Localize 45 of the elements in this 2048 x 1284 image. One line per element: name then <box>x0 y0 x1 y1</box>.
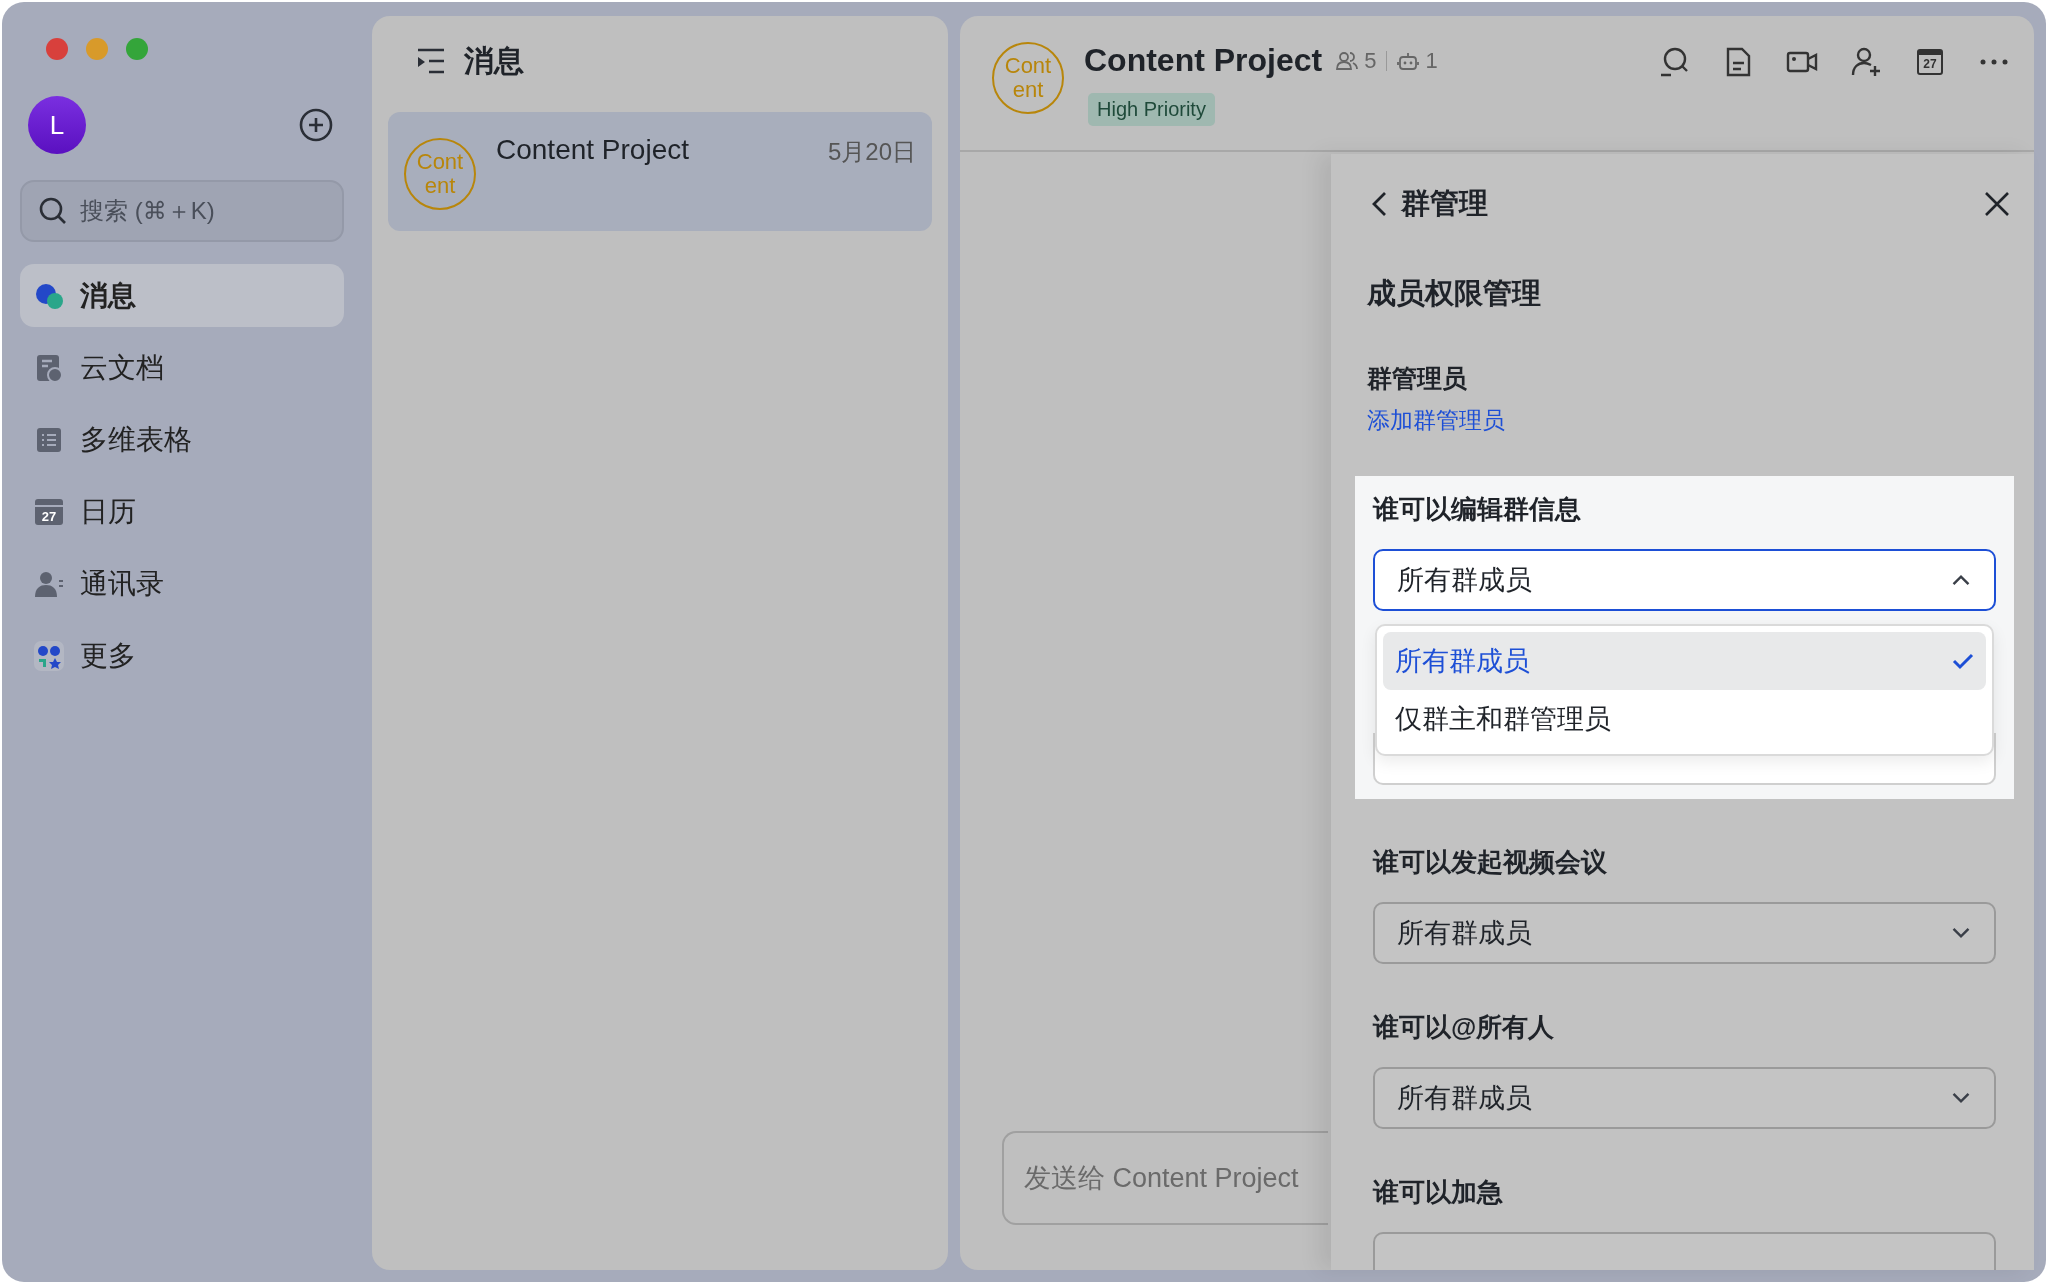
setting-label: 谁可以加急 <box>1373 1176 1504 1209</box>
dropdown[interactable]: 所有群成员 <box>1373 902 1996 964</box>
caret-icon <box>1950 573 1972 587</box>
menu-option[interactable]: 所有群成员 <box>1383 632 1986 690</box>
conversation-name: Content Project <box>496 133 690 167</box>
search-placeholder: 搜索 (⌘＋K) <box>80 196 215 226</box>
nav-item[interactable]: 消息 <box>20 264 344 327</box>
apps-icon <box>34 640 64 671</box>
search-icon <box>38 196 68 226</box>
add-icon[interactable] <box>298 107 334 143</box>
nav-item[interactable]: 云文档 <box>20 336 344 399</box>
search-icon[interactable] <box>1658 46 1690 78</box>
caret-icon <box>1950 926 1972 940</box>
conversation-item[interactable]: Cont ent Content Project 5月20日 <box>388 112 932 231</box>
group-avatar: Cont ent <box>404 138 476 210</box>
chat-title: Content Project <box>1084 42 1323 79</box>
conversation-date: 5月20日 <box>827 137 916 167</box>
user-avatar[interactable]: L <box>28 96 86 154</box>
collapse-menu-icon[interactable] <box>416 47 446 75</box>
document-icon <box>34 352 64 383</box>
field-label: 群管理员 <box>1367 363 1468 394</box>
add-person-icon[interactable] <box>1850 46 1882 78</box>
members-icon <box>1336 49 1359 72</box>
bot-count: 1 <box>1425 47 1438 74</box>
nav-item[interactable]: 27 日历 <box>20 480 344 543</box>
panel-title: 消息 <box>464 42 524 79</box>
caret-icon <box>1950 1091 1972 1105</box>
priority-tag: High Priority <box>1088 93 1215 126</box>
menu-option[interactable]: 仅群主和群管理员 <box>1383 690 1986 748</box>
nav-item[interactable]: 更多 <box>20 624 344 687</box>
member-count: 5 <box>1364 47 1377 74</box>
setting-label: 谁可以发起视频会议 <box>1373 846 1608 879</box>
setting-label: 谁可以@所有人 <box>1373 1011 1556 1044</box>
setting-label: 谁可以编辑群信息 <box>1373 493 1582 526</box>
dropdown[interactable]: 所有群成员 <box>1373 549 1996 611</box>
nav-item[interactable]: 通讯录 <box>20 552 344 615</box>
section-title: 成员权限管理 <box>1367 276 1542 311</box>
calendar-icon[interactable]: 27 <box>1917 49 1943 75</box>
check-icon <box>1952 652 1974 670</box>
group-avatar: Cont ent <box>992 42 1064 114</box>
calendar-icon: 27 <box>35 498 63 525</box>
back-button[interactable]: 群管理 <box>1367 184 1488 224</box>
add-admin-link[interactable]: 添加群管理员 <box>1367 405 1505 436</box>
nav-item[interactable]: 多维表格 <box>20 408 344 471</box>
dropdown[interactable]: 所有群成员 <box>1373 1067 1996 1129</box>
